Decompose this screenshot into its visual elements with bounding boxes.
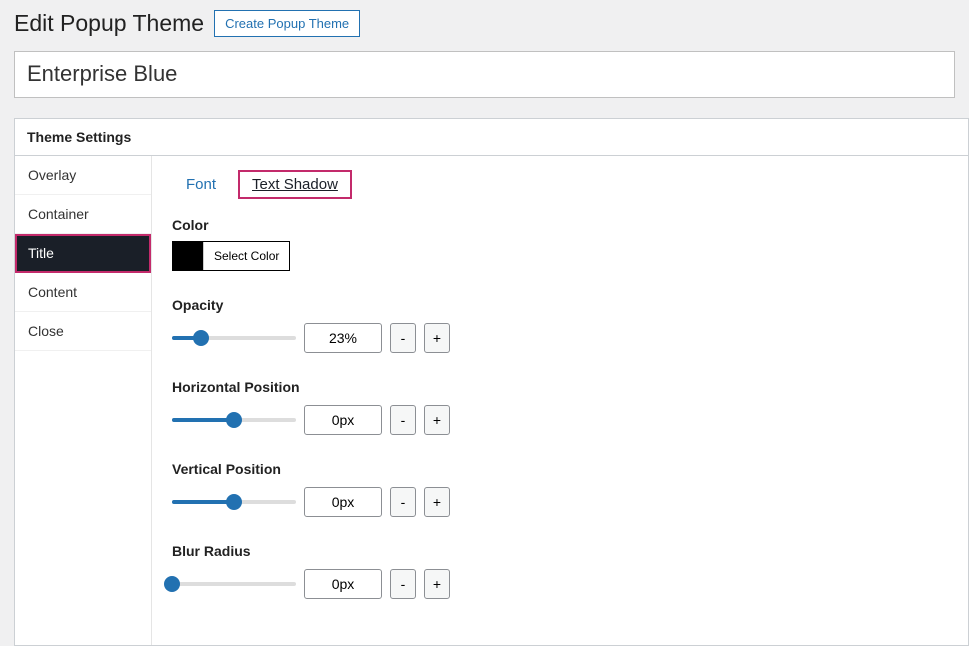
increment-button[interactable]: +	[424, 569, 450, 599]
slider-label: Opacity	[172, 297, 948, 313]
select-color-button[interactable]: Select Color	[203, 242, 289, 270]
theme-name-input[interactable]	[14, 51, 955, 98]
slider-label: Horizontal Position	[172, 379, 948, 395]
sidebar-item-container[interactable]: Container	[15, 195, 151, 234]
panel-heading: Theme Settings	[15, 119, 968, 156]
slider-label: Vertical Position	[172, 461, 948, 477]
slider-value-input[interactable]	[304, 487, 382, 517]
sidebar-item-title[interactable]: Title	[15, 234, 151, 273]
sidebar-item-close[interactable]: Close	[15, 312, 151, 351]
decrement-button[interactable]: -	[390, 405, 416, 435]
slider-value-input[interactable]	[304, 323, 382, 353]
create-theme-button[interactable]: Create Popup Theme	[214, 10, 360, 37]
settings-sidebar: OverlayContainerTitleContentClose	[15, 156, 152, 645]
color-swatch	[173, 242, 203, 270]
slider-label: Blur Radius	[172, 543, 948, 559]
slider-track[interactable]	[172, 411, 296, 429]
decrement-button[interactable]: -	[390, 487, 416, 517]
decrement-button[interactable]: -	[390, 569, 416, 599]
color-label: Color	[172, 217, 948, 233]
slider-value-input[interactable]	[304, 405, 382, 435]
settings-tabs: Font Text Shadow	[172, 170, 948, 199]
increment-button[interactable]: +	[424, 405, 450, 435]
slider-track[interactable]	[172, 329, 296, 347]
tab-text-shadow[interactable]: Text Shadow	[238, 170, 352, 199]
color-picker[interactable]: Select Color	[172, 241, 290, 271]
slider-value-input[interactable]	[304, 569, 382, 599]
decrement-button[interactable]: -	[390, 323, 416, 353]
sidebar-item-content[interactable]: Content	[15, 273, 151, 312]
slider-track[interactable]	[172, 493, 296, 511]
increment-button[interactable]: +	[424, 487, 450, 517]
tab-font[interactable]: Font	[172, 170, 230, 199]
increment-button[interactable]: +	[424, 323, 450, 353]
page-title: Edit Popup Theme	[14, 10, 204, 37]
slider-track[interactable]	[172, 575, 296, 593]
sidebar-item-overlay[interactable]: Overlay	[15, 156, 151, 195]
